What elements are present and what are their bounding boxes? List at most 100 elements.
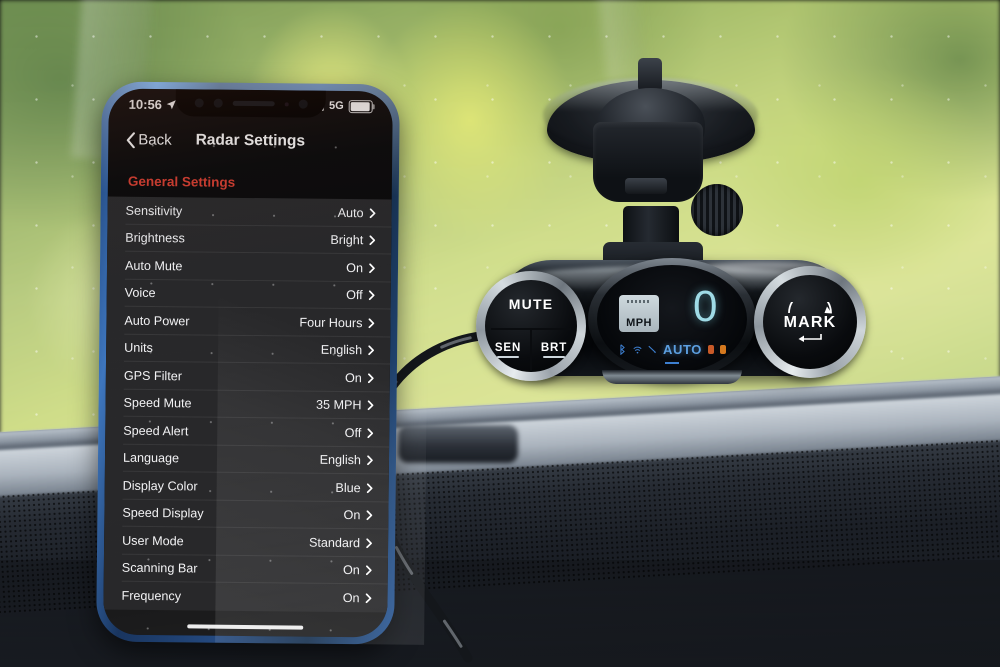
settings-row[interactable]: Display Color Blue (105, 472, 389, 502)
chevron-right-icon (365, 565, 372, 576)
chevron-right-icon (369, 208, 376, 218)
settings-row-right: On (345, 371, 374, 385)
alert-dot-2 (720, 345, 726, 354)
radar-detector: MPH 0 AUTO MUTE SEN BRT MARK (476, 246, 872, 392)
settings-row[interactable]: Frequency On (103, 582, 387, 612)
bluetooth-icon (620, 344, 625, 355)
settings-row[interactable]: Auto Mute On (107, 252, 391, 282)
display-underline (665, 362, 679, 364)
front-camera-icon (194, 98, 204, 108)
settings-row[interactable]: Speed Mute 35 MPH (105, 389, 389, 419)
mark-button[interactable]: MARK (763, 275, 857, 369)
button-divider-vertical (530, 328, 532, 372)
settings-row-label: Scanning Bar (121, 560, 198, 576)
status-time: 10:56 (128, 96, 163, 112)
earpiece-speaker (232, 100, 275, 107)
settings-row-label: Units (124, 340, 153, 356)
settings-row-label: GPS Filter (123, 368, 183, 384)
settings-row-right: Blue (335, 480, 373, 495)
settings-row[interactable]: Units English (106, 334, 390, 364)
notch (175, 89, 326, 118)
settings-row-right: English (321, 343, 374, 358)
dot-projector-icon (298, 99, 308, 109)
mute-button-label: MUTE (508, 295, 554, 312)
mark-return-arrow-icon (798, 333, 822, 342)
settings-row[interactable]: User Mode Standard (104, 527, 388, 557)
sen-button[interactable]: SEN (485, 329, 531, 372)
left-button-cluster[interactable]: MUTE SEN BRT (485, 280, 577, 372)
settings-row-value: 35 MPH (315, 397, 362, 413)
settings-row[interactable]: Speed Display On (104, 499, 388, 529)
status-bar-left: 10:56 (129, 96, 177, 112)
settings-row-right: On (344, 508, 373, 522)
settings-row-right: On (343, 563, 372, 577)
chevron-right-icon (368, 318, 375, 328)
settings-row[interactable]: GPS Filter On (106, 362, 390, 392)
settings-row-label: Brightness (125, 230, 185, 246)
wifi-icon (633, 346, 642, 354)
chevron-right-icon (367, 428, 374, 438)
chevron-right-icon (367, 455, 373, 466)
mute-button[interactable]: MUTE (485, 280, 577, 328)
settings-row[interactable]: Brightness Bright (107, 224, 391, 254)
display-bezel: MPH 0 AUTO (588, 258, 756, 380)
photo-scene: MPH 0 AUTO MUTE SEN BRT MARK 10:56 5G Ba… (0, 0, 1000, 667)
auto-mode-label: AUTO (663, 342, 702, 357)
settings-row-right: Four Hours (299, 315, 375, 330)
settings-row-label: Speed Alert (123, 423, 189, 439)
display-status-row: AUTO (597, 342, 747, 357)
suction-cup-mount[interactable] (543, 56, 758, 294)
settings-row-value: English (319, 453, 362, 468)
settings-row-value: Off (346, 288, 363, 303)
iphone: 10:56 5G Back Radar Settings General Set… (96, 81, 430, 645)
settings-row-right: On (343, 591, 372, 605)
home-indicator[interactable] (187, 623, 304, 630)
settings-row-right: Auto (338, 206, 376, 220)
settings-row[interactable]: Sensitivity Auto (107, 197, 391, 227)
sen-underline (497, 356, 519, 359)
brt-button[interactable]: BRT (531, 329, 577, 372)
settings-row-label: Auto Mute (124, 258, 183, 274)
page-title: Radar Settings (195, 131, 306, 150)
brt-button-label: BRT (540, 342, 568, 355)
settings-row[interactable]: Auto Power Four Hours (106, 307, 390, 337)
settings-row[interactable]: Speed Alert Off (105, 417, 389, 447)
left-button-ring: MUTE SEN BRT (476, 271, 586, 381)
laser-icon (648, 345, 656, 354)
settings-row-value: Off (344, 425, 362, 440)
settings-row-label: Frequency (121, 588, 182, 604)
radar-display: MPH 0 AUTO (597, 265, 747, 373)
unit-badge-label: MPH (626, 317, 652, 329)
chevron-right-icon (367, 400, 374, 411)
settings-row-value: Blue (335, 480, 361, 495)
adjustment-knob[interactable] (691, 184, 743, 236)
settings-row-value: Auto (337, 205, 364, 220)
brt-underline (543, 356, 565, 359)
settings-row[interactable]: Language English (105, 444, 389, 474)
settings-row-value: On (346, 260, 364, 275)
mark-button-face: MARK (763, 275, 857, 369)
battery-icon (348, 99, 373, 113)
suction-cup-tab[interactable] (638, 58, 662, 92)
settings-row-value: On (342, 563, 360, 578)
settings-row-right: Bright (330, 233, 376, 248)
settings-row-right: Off (346, 288, 375, 302)
settings-row[interactable]: Scanning Bar On (104, 554, 388, 584)
chevron-right-icon (369, 235, 376, 246)
chevron-right-icon (369, 263, 375, 273)
settings-row-right: 35 MPH (316, 398, 374, 413)
settings-row[interactable]: Voice Off (107, 279, 391, 309)
chevron-right-icon (365, 593, 372, 603)
sen-button-label: SEN (494, 342, 522, 355)
settings-row-label: Auto Power (124, 313, 190, 329)
settings-row-value: Four Hours (299, 315, 363, 330)
unit-badge: MPH (619, 295, 659, 332)
settings-row-right: English (320, 453, 373, 468)
phone-screen: 10:56 5G Back Radar Settings General Set… (103, 88, 393, 638)
settings-row-label: Sensitivity (125, 203, 183, 219)
settings-row-value: Bright (330, 233, 364, 248)
display-slot (602, 370, 742, 384)
chevron-right-icon (368, 290, 375, 301)
section-header: General Settings (127, 173, 236, 190)
settings-list: Sensitivity Auto Brightness Bright Auto Mute… (103, 196, 392, 612)
